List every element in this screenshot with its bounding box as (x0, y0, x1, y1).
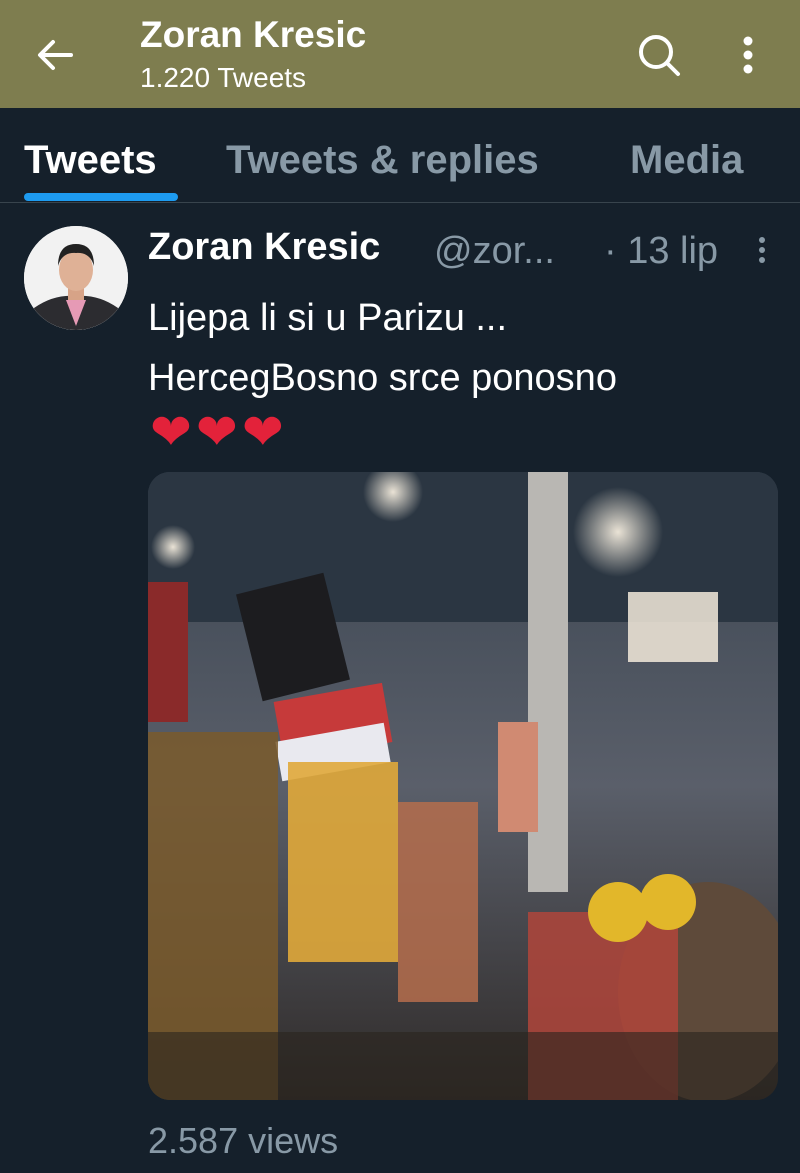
red-heart-icon: ❤ (150, 403, 192, 461)
tweet-count: 1.220 Tweets (140, 62, 307, 93)
tweet-text-line: Lijepa li si u Parizu ... (148, 297, 508, 339)
view-count: 2.587 views (148, 1120, 339, 1161)
tweet-text: Lijepa li si u Parizu ... HercegBosno sr… (148, 288, 617, 408)
tweet-author-handle[interactable]: @zor... (434, 230, 555, 273)
tweet-text-line: HercegBosno srce ponosno (148, 357, 617, 399)
red-heart-icon: ❤ (241, 403, 284, 461)
tweet-emoji: ❤ ❤ ❤ (150, 404, 284, 460)
tweet-video[interactable] (148, 472, 778, 1100)
profile-tabs: Tweets Tweets & replies Media (0, 108, 800, 203)
tab-tweets-replies[interactable]: Tweets & replies (226, 138, 539, 183)
back-arrow-icon (38, 40, 73, 70)
more-options-button[interactable] (726, 28, 770, 82)
tweet-date[interactable]: · 13 lip (604, 230, 718, 273)
avatar-photo (24, 226, 128, 330)
tweet-options-button[interactable] (752, 234, 772, 266)
video-thumbnail (148, 472, 778, 1100)
profile-header: Zoran Kresic 1.220 Tweets (0, 0, 800, 108)
back-button[interactable] (30, 30, 80, 80)
search-icon (639, 35, 680, 76)
search-button[interactable] (632, 28, 686, 82)
tab-media[interactable]: Media (630, 138, 743, 183)
tweet-author-name[interactable]: Zoran Kresic (148, 226, 380, 269)
tab-tweets[interactable]: Tweets (24, 138, 157, 183)
more-vertical-icon (759, 237, 765, 263)
more-vertical-icon (743, 36, 753, 74)
profile-name: Zoran Kresic (140, 14, 367, 55)
avatar[interactable] (24, 226, 128, 330)
red-heart-icon: ❤ (195, 403, 238, 461)
active-tab-indicator (24, 193, 178, 201)
